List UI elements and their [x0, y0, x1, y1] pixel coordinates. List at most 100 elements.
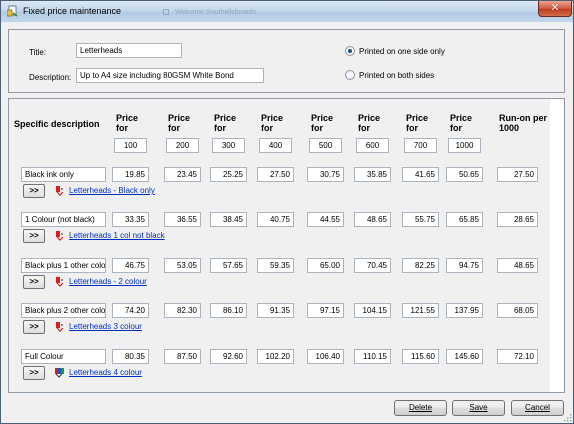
radio-both-sides[interactable]	[345, 70, 355, 80]
price-field-6[interactable]: 115.60	[402, 349, 439, 364]
row-description-field[interactable]: Full Colour	[21, 349, 106, 364]
save-button[interactable]: Save	[452, 400, 505, 416]
price-grid: Specific description Price for Price for Pri…	[8, 98, 565, 393]
price-field-3[interactable]: 40.75	[257, 212, 294, 227]
runon-field[interactable]: 28.65	[497, 212, 538, 227]
resize-grip-icon[interactable]	[563, 413, 572, 422]
quantity-field-5[interactable]: 600	[356, 138, 389, 153]
price-field-2[interactable]: 25.25	[210, 167, 247, 182]
close-button[interactable]: ✕	[538, 1, 572, 17]
cancel-button[interactable]: Cancel	[511, 400, 564, 416]
price-field-4[interactable]: 97.15	[307, 303, 344, 318]
price-field-2[interactable]: 86.10	[210, 303, 247, 318]
price-field-1[interactable]: 36.55	[164, 212, 201, 227]
price-field-1[interactable]: 23.45	[164, 167, 201, 182]
price-header-line1: Price	[116, 113, 139, 123]
runon-field[interactable]: 68.05	[497, 303, 538, 318]
price-field-4[interactable]: 30.75	[307, 167, 344, 182]
price-field-0[interactable]: 46.75	[112, 258, 149, 273]
price-field-3[interactable]: 91.35	[257, 303, 294, 318]
price-field-7[interactable]: 145.60	[446, 349, 483, 364]
price-column-header-7: Price for	[450, 113, 472, 133]
product-link[interactable]: Letterheads 1 col not black	[69, 231, 165, 240]
price-field-7[interactable]: 50.65	[446, 167, 483, 182]
price-field-2[interactable]: 57.65	[210, 258, 247, 273]
price-field-7[interactable]: 94.75	[446, 258, 483, 273]
price-field-2[interactable]: 38.45	[210, 212, 247, 227]
quantity-field-3[interactable]: 400	[259, 138, 292, 153]
price-field-2[interactable]: 92.60	[210, 349, 247, 364]
price-field-7[interactable]: 137.95	[446, 303, 483, 318]
price-header-line2: for	[450, 123, 462, 133]
price-header-line2: for	[261, 123, 273, 133]
price-field-4[interactable]: 65.00	[307, 258, 344, 273]
delete-button[interactable]: Delete	[394, 400, 447, 416]
price-field-4[interactable]: 106.40	[307, 349, 344, 364]
price-header-line1: Price	[261, 113, 284, 123]
price-field-5[interactable]: 70.45	[354, 258, 391, 273]
price-header-line1: Price	[168, 113, 191, 123]
price-header-line1: Price	[406, 113, 429, 123]
more-button[interactable]: >>	[23, 229, 45, 243]
fixed-price-window: Fixed price maintenance Welcome Southall…	[0, 0, 574, 424]
price-field-3[interactable]: 59.35	[257, 258, 294, 273]
price-field-5[interactable]: 110.15	[354, 349, 391, 364]
runon-field[interactable]: 27.50	[497, 167, 538, 182]
grid-scroll-area[interactable]	[550, 99, 564, 392]
row-description-field[interactable]: Black plus 1 other colo	[21, 258, 106, 273]
price-field-0[interactable]: 19.85	[112, 167, 149, 182]
price-field-6[interactable]: 121.55	[402, 303, 439, 318]
runon-field[interactable]: 48.65	[497, 258, 538, 273]
price-field-3[interactable]: 27.50	[257, 167, 294, 182]
price-field-3[interactable]: 102.20	[257, 349, 294, 364]
price-field-6[interactable]: 41.65	[402, 167, 439, 182]
price-field-6[interactable]: 82.25	[402, 258, 439, 273]
radio-one-side[interactable]	[345, 46, 355, 56]
price-field-0[interactable]: 74.20	[112, 303, 149, 318]
price-field-0[interactable]: 80.35	[112, 349, 149, 364]
title-bar[interactable]: Fixed price maintenance Welcome Southall…	[1, 1, 573, 22]
radio-both-sides-label[interactable]: Printed on both sides	[359, 71, 434, 80]
quantity-field-6[interactable]: 700	[404, 138, 437, 153]
price-field-5[interactable]: 48.65	[354, 212, 391, 227]
product-link[interactable]: Letterheads - 2 colour	[69, 277, 147, 286]
more-button[interactable]: >>	[23, 275, 45, 289]
more-button[interactable]: >>	[23, 320, 45, 334]
row-description-field[interactable]: Black ink only	[21, 167, 106, 182]
runon-field[interactable]: 72.10	[497, 349, 538, 364]
window-title: Fixed price maintenance	[23, 6, 122, 16]
title-field[interactable]: Letterheads	[76, 43, 182, 58]
product-link[interactable]: Letterheads - Black only	[69, 186, 155, 195]
description-label: Description:	[29, 73, 72, 82]
quantity-field-2[interactable]: 300	[212, 138, 245, 153]
price-field-1[interactable]: 82.30	[164, 303, 201, 318]
quantity-field-4[interactable]: 500	[309, 138, 342, 153]
row-description-field[interactable]: 1 Colour (not black)	[21, 212, 106, 227]
price-header-line2: for	[168, 123, 180, 133]
price-column-header-4: Price for	[311, 113, 333, 133]
price-field-1[interactable]: 53.05	[164, 258, 201, 273]
row-description-field[interactable]: Black plus 2 other colo	[21, 303, 106, 318]
more-button[interactable]: >>	[23, 184, 45, 198]
header-panel: Title: Letterheads Description: Up to A4…	[8, 29, 565, 93]
price-column-header-6: Price for	[406, 113, 428, 133]
quantity-field-1[interactable]: 200	[166, 138, 199, 153]
quantity-field-7[interactable]: 1000	[448, 138, 481, 153]
price-field-0[interactable]: 33.35	[112, 212, 149, 227]
price-field-5[interactable]: 35.85	[354, 167, 391, 182]
description-field[interactable]: Up to A4 size including 80GSM White Bond	[76, 68, 264, 83]
price-field-4[interactable]: 44.55	[307, 212, 344, 227]
red-ink-icon	[56, 186, 64, 196]
desc-column-header: Specific description	[14, 119, 100, 129]
radio-one-side-label[interactable]: Printed on one side only	[359, 47, 445, 56]
product-link[interactable]: Letterheads 4 colour	[69, 368, 142, 377]
price-field-1[interactable]: 87.50	[164, 349, 201, 364]
price-field-7[interactable]: 65.85	[446, 212, 483, 227]
red-ink-icon	[56, 322, 64, 332]
price-header-line2: for	[358, 123, 370, 133]
more-button[interactable]: >>	[23, 366, 45, 380]
product-link[interactable]: Letterheads 3 colour	[69, 322, 142, 331]
quantity-field-0[interactable]: 100	[114, 138, 147, 153]
price-field-6[interactable]: 55.75	[402, 212, 439, 227]
price-field-5[interactable]: 104.15	[354, 303, 391, 318]
